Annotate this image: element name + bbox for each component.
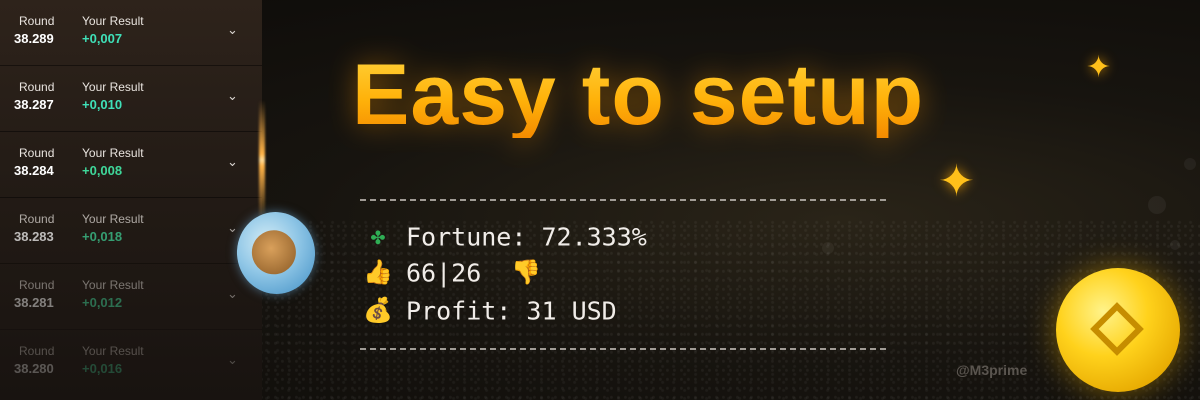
round-row[interactable]: Round Your Result 38.287 +0,010 ⌄ [0, 66, 262, 132]
bokeh-light [822, 242, 834, 254]
fortune-stat: ✤ Fortune: 72.333% [362, 221, 647, 252]
bokeh-light [1148, 196, 1166, 214]
round-number: 38.280 [14, 361, 54, 376]
round-row[interactable]: Round Your Result 38.283 +0,018 ⌄ [0, 198, 262, 264]
author-handle: @M3prime [956, 362, 1028, 378]
round-label: Round [19, 212, 55, 226]
round-number: 38.281 [14, 295, 54, 310]
divider-top [360, 199, 886, 201]
round-row[interactable]: Round Your Result 38.280 +0,016 ⌄ [0, 330, 262, 396]
chevron-down-icon[interactable]: ⌄ [227, 22, 238, 38]
thumbs-down-icon: 👎 [511, 258, 542, 286]
round-label: Round [19, 344, 55, 358]
money-bag-icon: 💰 [363, 296, 393, 324]
divider-bottom [360, 348, 886, 350]
round-label: Round [19, 14, 55, 28]
chevron-down-icon[interactable]: ⌄ [227, 154, 238, 170]
votes-stat: 👍 66|26 👎 [362, 257, 554, 288]
profit-stat: 💰 Profit: 31 USD [362, 295, 617, 326]
result-label: Your Result [82, 278, 144, 292]
result-label: Your Result [82, 344, 144, 358]
result-label: Your Result [82, 146, 144, 160]
result-value: +0,018 [82, 229, 123, 244]
binance-coin-icon [1056, 268, 1180, 392]
bunny-icon [249, 227, 299, 278]
result-label: Your Result [82, 212, 144, 226]
votes-text: 66|26 [406, 258, 482, 288]
bokeh-light [1184, 158, 1196, 170]
round-number: 38.284 [14, 163, 54, 178]
round-history-panel: Round Your Result 38.289 +0,007 ⌄ Round … [0, 0, 262, 400]
fortune-text: Fortune: 72.333% [406, 222, 647, 252]
result-value: +0,012 [82, 295, 123, 310]
result-value: +0,010 [82, 97, 123, 112]
thumbs-up-icon: 👍 [363, 258, 393, 286]
panel-edge-glow [259, 100, 265, 220]
profit-text: Profit: 31 USD [406, 296, 617, 326]
chevron-down-icon[interactable]: ⌄ [227, 88, 238, 104]
round-row[interactable]: Round Your Result 38.284 +0,008 ⌄ [0, 132, 262, 198]
round-number: 38.289 [14, 31, 54, 46]
four-leaf-clover-icon: ✤ [370, 222, 386, 250]
result-label: Your Result [82, 80, 144, 94]
result-label: Your Result [82, 14, 144, 28]
round-number: 38.283 [14, 229, 54, 244]
chevron-down-icon[interactable]: ⌄ [227, 286, 238, 302]
round-label: Round [19, 80, 55, 94]
round-label: Round [19, 146, 55, 160]
chevron-down-icon[interactable]: ⌄ [227, 220, 238, 236]
result-value: +0,007 [82, 31, 123, 46]
round-row[interactable]: Round Your Result 38.281 +0,012 ⌄ [0, 264, 262, 330]
sparkle-star-icon: ✦ [938, 157, 975, 206]
round-number: 38.287 [14, 97, 54, 112]
result-value: +0,008 [82, 163, 123, 178]
result-value: +0,016 [82, 361, 123, 376]
bokeh-light [1170, 240, 1180, 250]
sparkle-star-icon: ✦ [1086, 51, 1112, 84]
round-label: Round [19, 278, 55, 292]
headline: Easy to setup [352, 47, 925, 143]
chevron-down-icon[interactable]: ⌄ [227, 352, 238, 368]
round-row[interactable]: Round Your Result 38.289 +0,007 ⌄ [0, 0, 262, 66]
bnb-logo-icon [1090, 302, 1144, 356]
